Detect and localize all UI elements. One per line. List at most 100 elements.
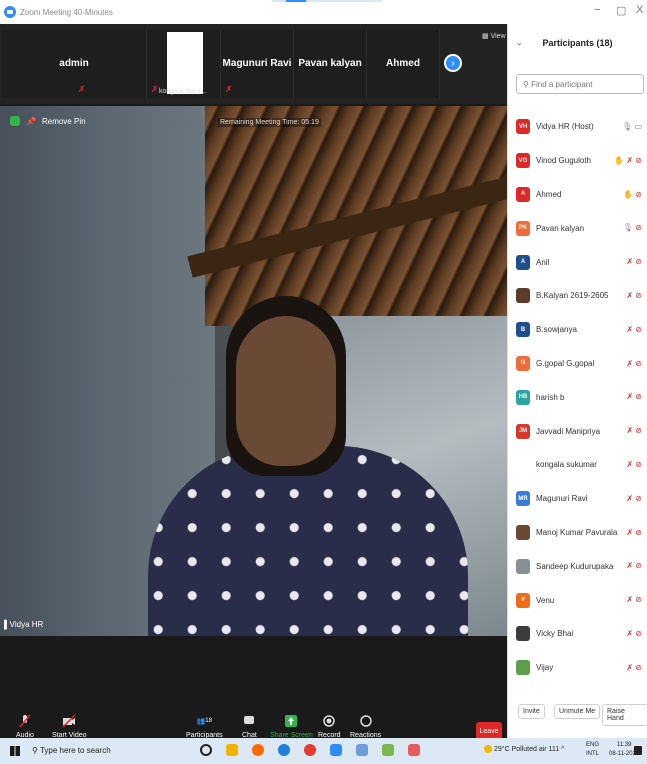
taskbar-search[interactable]: ⚲ Type here to search: [32, 746, 111, 755]
participant-row[interactable]: B B.sowjanya ✗ ⊘: [508, 313, 647, 347]
participant-row[interactable]: Vicky Bhai ✗ ⊘: [508, 617, 647, 651]
status-icons: ✗ ⊘: [626, 325, 642, 334]
participant-row[interactable]: HB harish b ✗ ⊘: [508, 380, 647, 414]
firefox-icon[interactable]: [252, 744, 264, 756]
weather-icon: [484, 745, 492, 753]
chrome-icon[interactable]: [304, 744, 316, 756]
avatar: HB: [516, 389, 530, 405]
participant-row[interactable]: kongala sukumar ✗ ⊘: [508, 448, 647, 482]
view-button[interactable]: ▦ View: [482, 32, 506, 40]
zoom-icon[interactable]: [330, 744, 342, 756]
windows-start-icon[interactable]: [10, 746, 20, 756]
camera-off-icon: ⊘: [635, 628, 642, 638]
participant-row[interactable]: Sandeep Kudurupaka ✗ ⊘: [508, 549, 647, 583]
camera-off-icon: ⊘: [635, 561, 642, 571]
mic-muted-icon: ✗: [626, 561, 634, 571]
video-placeholder: [167, 32, 203, 94]
thumb-ahmed[interactable]: Ahmed: [367, 30, 440, 98]
find-participant-input[interactable]: ⚲ Find a participant: [516, 74, 644, 94]
thumb-kongala[interactable]: ✗ kongala suku...: [147, 30, 221, 98]
avatar: A: [516, 254, 530, 270]
view-label: View: [490, 33, 506, 40]
status-icons: ✗ ⊘: [626, 291, 642, 300]
avatar: VH: [516, 119, 530, 135]
start-video-button[interactable]: Start Video: [52, 714, 87, 739]
status-icons: ✗ ⊘: [626, 561, 642, 570]
participant-row[interactable]: VG Vinod Guguloth ✋ ✗ ⊘: [508, 144, 647, 178]
camera-off-icon: ⊘: [635, 459, 642, 469]
participant-row[interactable]: B.Kalyan 2619-2605 ✗ ⊘: [508, 279, 647, 313]
participant-name: Vinod Guguloth: [536, 156, 592, 166]
avatar: VG: [516, 153, 530, 169]
participant-row[interactable]: JM Javvadi Manipriya ✗ ⊘: [508, 414, 647, 448]
edge-icon[interactable]: [278, 744, 290, 756]
notification-icon[interactable]: [634, 746, 642, 755]
maximize-button[interactable]: ▢: [616, 4, 626, 17]
share-screen-button[interactable]: Share Screen: [270, 714, 313, 739]
app-icon[interactable]: [408, 744, 420, 756]
next-page-button[interactable]: ›: [444, 54, 462, 72]
participant-name: Manoj Kumar Pavurala: [536, 527, 618, 537]
status-icons: ✋ ⊘: [623, 190, 642, 199]
mic-muted-icon: ✗: [225, 84, 233, 94]
unmute-me-button[interactable]: Unmute Me: [554, 704, 601, 719]
participant-name: harish b: [536, 392, 565, 402]
thumb-name: Ahmed: [386, 58, 420, 69]
status-icons: ✗ ⊘: [626, 359, 642, 368]
participant-name: B.Kalyan 2619-2605: [536, 291, 609, 301]
status-icons: ✗ ⊘: [626, 595, 642, 604]
participant-row[interactable]: A Ahmed ✋ ⊘: [508, 178, 647, 212]
thumb-label: kongala suku...: [159, 88, 207, 95]
participant-row[interactable]: G G.gopal G.gopal ✗ ⊘: [508, 347, 647, 381]
mic-muted-icon: ✗: [626, 392, 634, 402]
minimize-button[interactable]: −: [594, 4, 600, 16]
participant-row[interactable]: MR Magunuri Ravi ✗ ⊘: [508, 482, 647, 516]
camera-off-icon: ⊘: [635, 223, 642, 233]
lang-bottom: INTL: [586, 751, 600, 757]
audio-button[interactable]: Audio: [16, 714, 34, 739]
video-person-face: [236, 316, 336, 466]
status-icons: ✗ ⊘: [626, 528, 642, 537]
title-bar: Zoom Meeting 40-Minutes − ▢ X: [0, 0, 647, 24]
participant-row[interactable]: Vijay ✗ ⊘: [508, 651, 647, 685]
language-indicator[interactable]: ENG INTL: [586, 741, 599, 759]
participant-row[interactable]: VH Vidya HR (Host) 🎙 ▭: [508, 110, 647, 144]
avatar: V: [516, 592, 530, 608]
camera-off-icon: ⊘: [635, 662, 642, 672]
reactions-button[interactable]: Reactions: [350, 714, 381, 739]
avatar: [516, 288, 530, 304]
remove-pin-button[interactable]: 📌 Remove Pin: [10, 116, 86, 126]
participant-name: Vicky Bhai: [536, 629, 574, 639]
thumb-pavan[interactable]: Pavan kalyan: [294, 30, 367, 98]
thumb-magunuri[interactable]: Magunuri Ravi ✗: [221, 30, 294, 98]
participant-name: Sandeep Kudurupaka: [536, 561, 614, 571]
mic-muted-icon: ✗: [626, 459, 634, 469]
chat-button[interactable]: Chat: [242, 714, 257, 739]
record-button[interactable]: Record: [318, 714, 341, 739]
participant-row[interactable]: A Anil ✗ ⊘: [508, 245, 647, 279]
participants-button[interactable]: 👥 18 Participants: [186, 714, 223, 739]
thumb-admin[interactable]: admin ✗: [2, 30, 147, 98]
mic-muted-icon: ✗: [626, 358, 634, 368]
participant-row[interactable]: V Venu ✗ ⊘: [508, 583, 647, 617]
shield-icon: [10, 116, 20, 126]
close-button[interactable]: X: [636, 4, 643, 16]
app-icon[interactable]: [382, 744, 394, 756]
avatar: B: [516, 322, 530, 338]
invite-button[interactable]: Invite: [518, 704, 545, 719]
mic-muted-icon: ✗: [626, 324, 634, 334]
participant-name: Javvadi Manipriya: [536, 426, 601, 436]
participant-row[interactable]: PK Pavan kalyan 🎙 ⊘: [508, 211, 647, 245]
raise-hand-button[interactable]: Raise Hand: [602, 704, 647, 726]
participant-row[interactable]: Manoj Kumar Pavurala ✗ ⊘: [508, 516, 647, 550]
mic-muted-icon: ✗: [626, 257, 634, 267]
participants-icon: 👥 18: [196, 718, 212, 725]
status-icons: ✗ ⊘: [626, 392, 642, 401]
clock-time: 11:39: [616, 742, 632, 748]
app-icon[interactable]: [356, 744, 368, 756]
camera-off-icon: ⊘: [635, 595, 642, 605]
weather-widget[interactable]: 29°C Polluted air 111 ^: [484, 745, 564, 753]
file-explorer-icon[interactable]: [226, 744, 238, 756]
task-view-icon[interactable]: [200, 744, 212, 756]
avatar: G: [516, 355, 530, 371]
